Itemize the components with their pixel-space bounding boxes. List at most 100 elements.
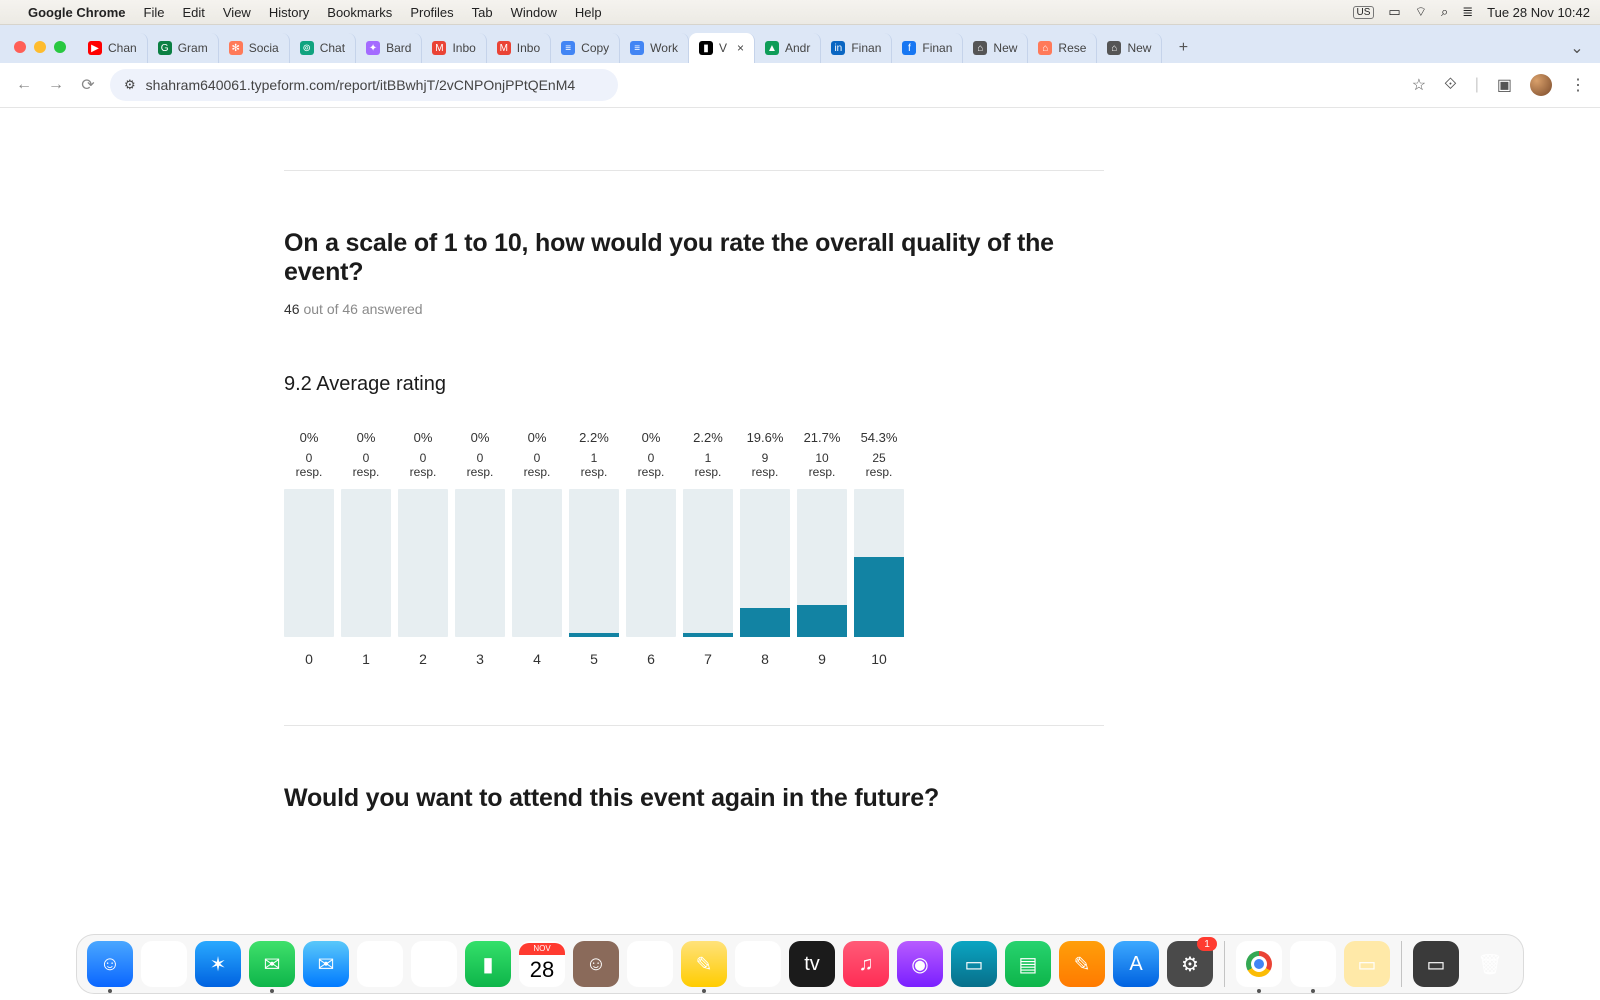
dock-app-slack[interactable]: ※	[1290, 941, 1336, 987]
back-button[interactable]: ←	[14, 75, 34, 95]
dock-app-launchpad[interactable]: ▦	[141, 941, 187, 987]
tab-favicon-icon: ⊚	[300, 41, 314, 55]
chart-bar-track	[854, 489, 904, 637]
dock-app-maps[interactable]: ➤	[357, 941, 403, 987]
chart-x-label: 8	[761, 651, 769, 667]
dock-app-numbers[interactable]: ▤	[1005, 941, 1051, 987]
dock-recent-window[interactable]: ▭	[1413, 941, 1459, 987]
chart-percent-label: 2.2%	[579, 430, 609, 445]
browser-tab[interactable]: ✻Socia	[219, 33, 290, 63]
browser-tab[interactable]: ⌂New	[963, 33, 1028, 63]
battery-icon[interactable]: ▭	[1388, 4, 1400, 20]
browser-tab[interactable]: MInbo	[422, 33, 486, 63]
dock-app-pages[interactable]: ✎	[1059, 941, 1105, 987]
dock-app-finder[interactable]: ☺	[87, 941, 133, 987]
browser-tab[interactable]: MInbo	[487, 33, 551, 63]
menubar-app-name[interactable]: Google Chrome	[28, 5, 126, 20]
tab-favicon-icon: ▶	[88, 41, 102, 55]
menubar-datetime[interactable]: Tue 28 Nov 10:42	[1487, 5, 1590, 20]
url-text: shahram640061.typeform.com/report/itBBwh…	[146, 77, 576, 93]
menubar-item[interactable]: File	[144, 5, 165, 20]
menubar-item[interactable]: Bookmarks	[327, 5, 392, 20]
chart-column: 2.2%1resp.7	[683, 430, 733, 667]
dock-app-chrome[interactable]	[1236, 941, 1282, 987]
menubar-item[interactable]: Window	[511, 5, 557, 20]
extensions-icon[interactable]: ⟐	[1444, 76, 1457, 94]
browser-tab[interactable]: ▲Andr	[755, 33, 821, 63]
address-bar[interactable]: ⚙ shahram640061.typeform.com/report/itBB…	[110, 69, 618, 101]
chart-bar-track	[512, 489, 562, 637]
bookmark-star-icon[interactable]: ☆	[1412, 75, 1426, 95]
dock-app-safari[interactable]: ✶	[195, 941, 241, 987]
dock-app-appstore[interactable]: A	[1113, 941, 1159, 987]
menubar-item[interactable]: History	[269, 5, 309, 20]
browser-tab[interactable]: GGram	[148, 33, 219, 63]
chart-resp-label: resp.	[866, 465, 893, 479]
chart-resp-label: resp.	[524, 465, 551, 479]
tab-label: Finan	[851, 41, 881, 55]
browser-tab[interactable]: ≡Copy	[551, 33, 620, 63]
dock-app-facetime[interactable]: ▮	[465, 941, 511, 987]
tab-list-dropdown[interactable]: ⌄	[1564, 35, 1590, 61]
new-tab-button[interactable]: +	[1170, 35, 1196, 61]
dock-app-calendar[interactable]: NOV28	[519, 941, 565, 987]
browser-tab[interactable]: ✦Bard	[356, 33, 422, 63]
side-panel-icon[interactable]: ▣	[1497, 75, 1512, 95]
minimize-window-button[interactable]	[34, 41, 46, 53]
menubar-item[interactable]: Edit	[182, 5, 204, 20]
chart-bar-fill	[740, 608, 790, 637]
browser-tab[interactable]: ⌂New	[1097, 33, 1162, 63]
tab-favicon-icon: M	[497, 41, 511, 55]
reload-button[interactable]: ⟳	[78, 75, 98, 95]
chart-resp-label: resp.	[410, 465, 437, 479]
profile-avatar[interactable]	[1530, 74, 1552, 96]
forward-button[interactable]: →	[46, 75, 66, 95]
tab-favicon-icon: ▮	[699, 41, 713, 55]
browser-tab[interactable]: ≡Work	[620, 33, 689, 63]
chart-count-label: 0	[477, 451, 484, 465]
dock-app-contacts[interactable]: ☺	[573, 941, 619, 987]
dock-app-podcasts[interactable]: ◉	[897, 941, 943, 987]
chart-resp-label: resp.	[752, 465, 779, 479]
browser-tab[interactable]: ⊚Chat	[290, 33, 356, 63]
question-title: On a scale of 1 to 10, how would you rat…	[284, 229, 1104, 287]
dock-app-notes[interactable]: ✎	[681, 941, 727, 987]
average-rating: 9.2 Average rating	[284, 373, 1104, 396]
menubar-item[interactable]: View	[223, 5, 251, 20]
dock-app-freeform[interactable]: 〰	[735, 941, 781, 987]
dock-app-stickies[interactable]: ▭	[1344, 941, 1390, 987]
browser-tab[interactable]: ▶Chan	[78, 33, 148, 63]
dock-app-reminders[interactable]: ≡	[627, 941, 673, 987]
fullscreen-window-button[interactable]	[54, 41, 66, 53]
chart-bar-track	[740, 489, 790, 637]
dock-app-music[interactable]: ♫	[843, 941, 889, 987]
menubar-item[interactable]: Tab	[472, 5, 493, 20]
close-window-button[interactable]	[14, 41, 26, 53]
site-settings-icon[interactable]: ⚙	[124, 77, 136, 93]
browser-tab[interactable]: ▮V×	[689, 33, 755, 63]
chart-resp-label: resp.	[695, 465, 722, 479]
chart-bar-track	[284, 489, 334, 637]
toolbar-separator: |	[1475, 76, 1479, 94]
browser-tab[interactable]: ⌂Rese	[1028, 33, 1097, 63]
chart-bar-fill	[797, 605, 847, 637]
menubar-item[interactable]: Help	[575, 5, 602, 20]
dock-app-settings[interactable]: ⚙1	[1167, 941, 1213, 987]
dock-app-tv[interactable]: tv	[789, 941, 835, 987]
close-tab-icon[interactable]: ×	[737, 41, 744, 55]
control-center-icon[interactable]: ≣	[1462, 4, 1473, 20]
menubar-item[interactable]: Profiles	[410, 5, 453, 20]
chrome-menu-icon[interactable]: ⋮	[1570, 75, 1586, 95]
dock-app-photos[interactable]: ✿	[411, 941, 457, 987]
browser-tab[interactable]: inFinan	[821, 33, 892, 63]
wifi-icon[interactable]: ⌔	[1415, 4, 1427, 20]
chart-column: 19.6%9resp.8	[740, 430, 790, 667]
browser-tab[interactable]: fFinan	[892, 33, 963, 63]
dock-app-mail[interactable]: ✉	[303, 941, 349, 987]
spotlight-icon[interactable]: ⌕	[1441, 4, 1448, 20]
dock-trash[interactable]: 🗑	[1467, 941, 1513, 987]
dock-app-messages[interactable]: ✉	[249, 941, 295, 987]
dock-app-keynote[interactable]: ▭	[951, 941, 997, 987]
input-source-indicator[interactable]: US	[1353, 6, 1375, 19]
chart-resp-label: resp.	[353, 465, 380, 479]
